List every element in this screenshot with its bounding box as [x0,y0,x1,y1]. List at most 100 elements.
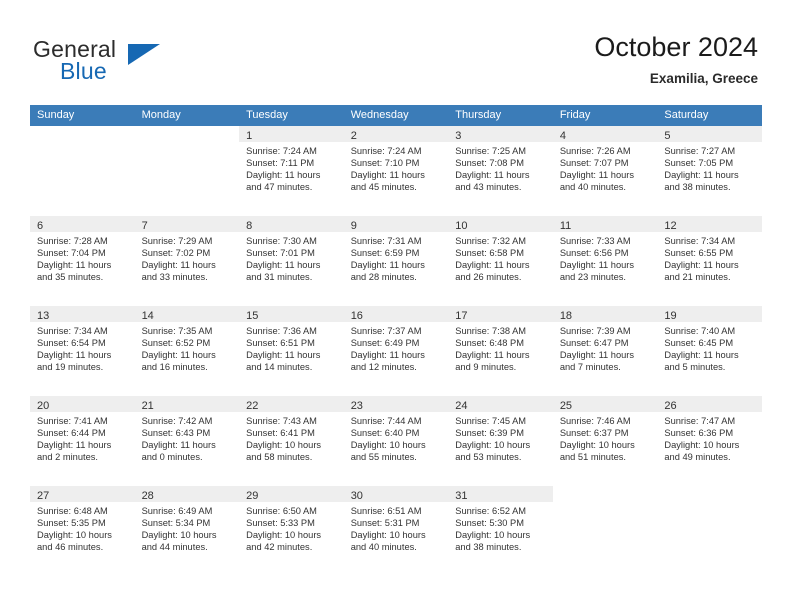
day-cell[interactable]: 25 Sunrise: 7:46 AM Sunset: 6:37 PM Dayligh… [552,396,658,486]
day-sun-info: Sunrise: 7:47 AM Sunset: 6:36 PM Daylight:… [657,412,762,463]
daylight-duration-line2: and 46 minutes. [37,542,104,553]
day-number: 26 [664,400,677,412]
sunset-time: Sunset: 5:33 PM [246,518,315,529]
daylight-duration-line1: Daylight: 11 hours [350,350,425,361]
sunrise-time: Sunrise: 7:35 AM [141,326,213,336]
logo-triangle-icon [128,44,160,65]
general-blue-logo[interactable]: General Blue [33,36,213,88]
sunrise-time: Sunrise: 6:49 AM [141,506,213,516]
daylight-duration-line1: Daylight: 11 hours [141,440,216,451]
day-number-band: 21 [134,396,240,412]
day-number: 21 [141,400,154,412]
day-cell[interactable]: 22 Sunrise: 7:43 AM Sunset: 6:41 PM Dayligh… [239,396,344,486]
day-number-band: 31 [448,486,553,502]
day-sun-info: Sunrise: 7:33 AM Sunset: 6:56 PM Daylight:… [553,232,658,283]
sunrise-time: Sunrise: 7:34 AM [37,326,108,336]
day-cell[interactable]: 24 Sunrise: 7:45 AM Sunset: 6:39 PM Dayligh… [448,396,553,486]
sunset-time: Sunset: 7:04 PM [37,248,106,259]
day-cell[interactable]: 31 Sunrise: 6:52 AM Sunset: 5:30 PM Dayligh… [448,486,553,576]
day-cell[interactable]: 28 Sunrise: 6:49 AM Sunset: 5:34 PM Dayligh… [134,486,240,576]
day-cell[interactable]: 5 Sunrise: 7:27 AM Sunset: 7:05 PM Daylight… [657,126,762,216]
day-cell[interactable]: 7 Sunrise: 7:29 AM Sunset: 7:02 PM Daylight… [134,216,240,306]
day-sun-info: Sunrise: 7:42 AM Sunset: 6:43 PM Daylight:… [135,412,240,463]
day-cell[interactable]: 16 Sunrise: 7:37 AM Sunset: 6:49 PM Dayligh… [343,306,449,396]
sunset-time: Sunset: 6:54 PM [37,338,106,349]
daylight-duration-line2: and 58 minutes. [246,452,313,463]
day-cell[interactable]: 6 Sunrise: 7:28 AM Sunset: 7:04 PM Daylight… [30,216,135,306]
day-number-band: 1 [239,126,344,142]
day-cell[interactable]: 26 Sunrise: 7:47 AM Sunset: 6:36 PM Dayligh… [657,396,762,486]
daylight-duration-line1: Daylight: 10 hours [455,440,531,451]
calendar-week-row: 27 Sunrise: 6:48 AM Sunset: 5:35 PM Dayligh… [30,486,762,576]
daylight-duration-line1: Daylight: 11 hours [559,350,635,361]
daylight-duration-line2: and 42 minutes. [246,542,313,553]
day-cell[interactable]: 2 Sunrise: 7:24 AM Sunset: 7:10 PM Daylight… [343,126,449,216]
daylight-duration-line1: Daylight: 10 hours [246,440,322,451]
daylight-duration-line1: Daylight: 11 hours [455,350,530,361]
sunrise-time: Sunrise: 7:47 AM [664,416,736,426]
day-sun-info: Sunrise: 7:35 AM Sunset: 6:52 PM Daylight:… [135,322,240,373]
sunset-time: Sunset: 7:01 PM [246,248,315,259]
day-cell[interactable]: 14 Sunrise: 7:35 AM Sunset: 6:52 PM Dayligh… [134,306,240,396]
weekday-header-sunday: Sunday [37,109,75,121]
day-cell[interactable]: 15 Sunrise: 7:36 AM Sunset: 6:51 PM Dayligh… [239,306,344,396]
day-sun-info: Sunrise: 7:36 AM Sunset: 6:51 PM Daylight:… [239,322,344,373]
sunrise-time: Sunrise: 7:42 AM [141,416,213,426]
sunrise-time: Sunrise: 7:46 AM [559,416,631,426]
day-cell[interactable]: 18 Sunrise: 7:39 AM Sunset: 6:47 PM Dayligh… [552,306,658,396]
sunrise-time: Sunrise: 7:33 AM [559,236,631,246]
day-number-band [30,126,135,142]
daylight-duration-line1: Daylight: 11 hours [37,350,112,361]
page-header: General Blue October 2024 Examilia, Gree… [0,0,792,104]
sunrise-time: Sunrise: 7:36 AM [246,326,317,336]
day-sun-info: Sunrise: 7:25 AM Sunset: 7:08 PM Daylight:… [448,142,553,193]
day-sun-info: Sunrise: 6:52 AM Sunset: 5:30 PM Daylight:… [448,502,553,553]
day-cell[interactable]: 9 Sunrise: 7:31 AM Sunset: 6:59 PM Daylight… [343,216,449,306]
daylight-duration-line1: Daylight: 11 hours [246,350,321,361]
day-number-band: 26 [657,396,762,412]
day-cell[interactable]: 8 Sunrise: 7:30 AM Sunset: 7:01 PM Daylight… [239,216,344,306]
sunrise-time: Sunrise: 7:41 AM [37,416,108,426]
sunset-time: Sunset: 6:40 PM [350,428,420,439]
day-sun-info: Sunrise: 7:34 AM Sunset: 6:54 PM Daylight:… [30,322,135,373]
sunrise-time: Sunrise: 7:26 AM [559,146,631,156]
day-cell[interactable]: 20 Sunrise: 7:41 AM Sunset: 6:44 PM Dayligh… [30,396,135,486]
day-cell[interactable]: 17 Sunrise: 7:38 AM Sunset: 6:48 PM Dayligh… [448,306,553,396]
day-cell[interactable]: 4 Sunrise: 7:26 AM Sunset: 7:07 PM Daylight… [552,126,658,216]
daylight-duration-line2: and 9 minutes. [455,362,517,373]
sunset-time: Sunset: 5:34 PM [141,518,211,529]
day-number: 22 [246,400,259,412]
day-sun-info: Sunrise: 6:49 AM Sunset: 5:34 PM Daylight:… [135,502,240,553]
sunrise-time: Sunrise: 7:27 AM [664,146,736,156]
day-cell[interactable]: 19 Sunrise: 7:40 AM Sunset: 6:45 PM Dayligh… [657,306,762,396]
day-number: 8 [246,220,253,232]
daylight-duration-line1: Daylight: 10 hours [559,440,635,451]
day-cell[interactable]: 23 Sunrise: 7:44 AM Sunset: 6:40 PM Dayligh… [343,396,449,486]
day-number-band: 17 [448,306,553,322]
day-number-band: 9 [343,216,449,232]
daylight-duration-line2: and 38 minutes. [455,542,522,553]
day-cell[interactable]: 10 Sunrise: 7:32 AM Sunset: 6:58 PM Dayligh… [448,216,553,306]
day-cell[interactable]: 30 Sunrise: 6:51 AM Sunset: 5:31 PM Dayligh… [343,486,449,576]
daylight-duration-line1: Daylight: 10 hours [37,530,112,541]
day-cell[interactable]: 13 Sunrise: 7:34 AM Sunset: 6:54 PM Dayligh… [30,306,135,396]
day-cell[interactable]: 1 Sunrise: 7:24 AM Sunset: 7:11 PM Daylight… [239,126,344,216]
day-number-band: 15 [239,306,344,322]
day-cell[interactable]: 3 Sunrise: 7:25 AM Sunset: 7:08 PM Daylight… [448,126,553,216]
day-number: 29 [246,490,259,502]
day-sun-info: Sunrise: 7:24 AM Sunset: 7:10 PM Daylight:… [344,142,449,193]
day-cell[interactable]: 29 Sunrise: 6:50 AM Sunset: 5:33 PM Dayligh… [239,486,344,576]
sunrise-time: Sunrise: 7:30 AM [246,236,317,246]
day-cell[interactable]: 11 Sunrise: 7:33 AM Sunset: 6:56 PM Dayligh… [552,216,658,306]
day-cell[interactable]: 21 Sunrise: 7:42 AM Sunset: 6:43 PM Dayligh… [134,396,240,486]
day-cell[interactable]: 27 Sunrise: 6:48 AM Sunset: 5:35 PM Dayligh… [30,486,135,576]
day-sun-info: Sunrise: 7:38 AM Sunset: 6:48 PM Daylight:… [448,322,553,373]
daylight-duration-line2: and 43 minutes. [455,182,522,193]
sunset-time: Sunset: 7:10 PM [350,158,420,169]
day-cell[interactable]: 12 Sunrise: 7:34 AM Sunset: 6:55 PM Dayligh… [657,216,762,306]
day-number: 25 [559,400,573,412]
day-sun-info: Sunrise: 7:46 AM Sunset: 6:37 PM Daylight:… [553,412,658,463]
daylight-duration-line2: and 23 minutes. [559,272,626,283]
weekday-header-row: Sunday Monday Tuesday Wednesday Thursday Frid… [30,105,762,126]
day-number-band: 27 [30,486,135,502]
